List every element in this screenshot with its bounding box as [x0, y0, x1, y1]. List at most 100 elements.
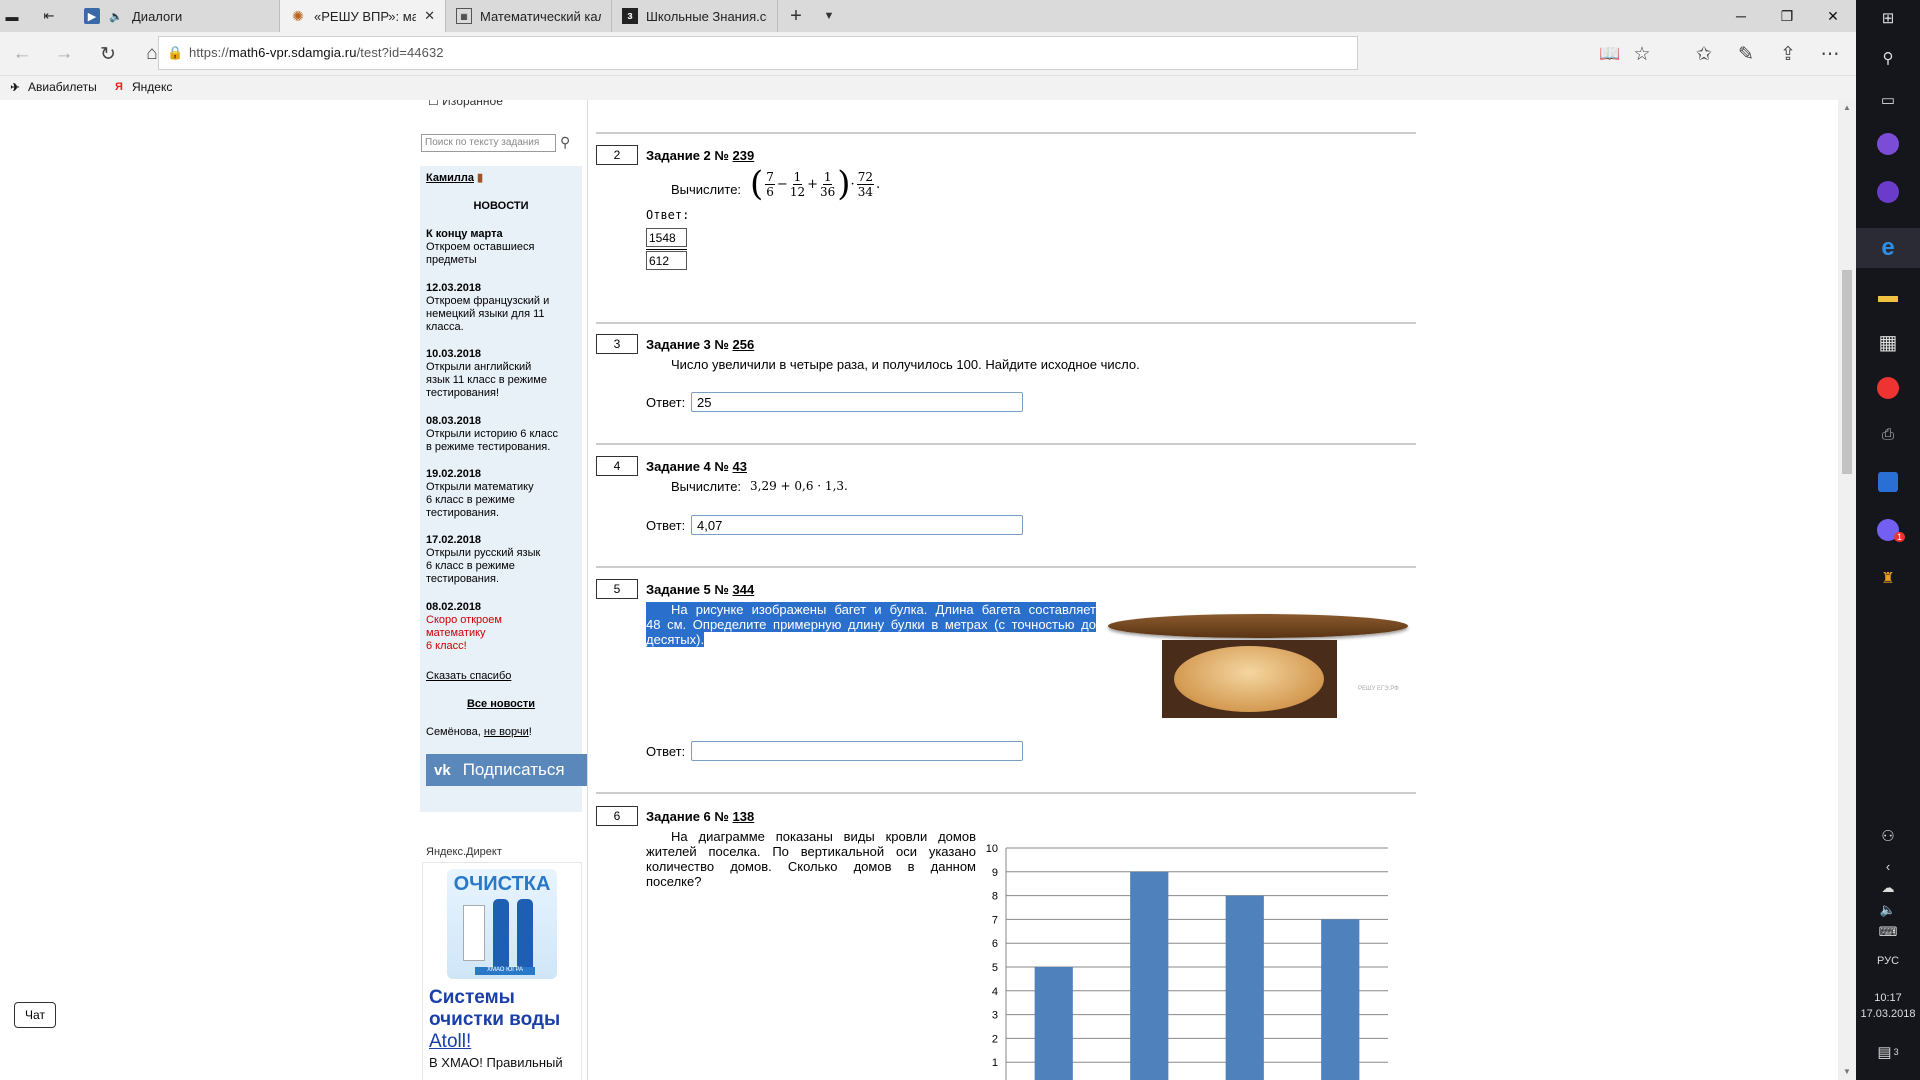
user-link[interactable]: Камилла ▮: [426, 172, 483, 185]
task-number: 2: [596, 145, 638, 165]
vertical-scrollbar[interactable]: ▲ ▼: [1838, 100, 1856, 1080]
nav-bar: ← → ↻ ⌂ 🔒 https://math6-vpr.sdamgia.ru/t…: [0, 32, 1856, 76]
tab-znanija[interactable]: з Школьные Знания.com - Р: [612, 0, 778, 32]
back-tabs-icon[interactable]: ⇤: [24, 0, 74, 32]
ad-box[interactable]: ОЧИСТКА ХМАО ЮГРА Системы очистки воды A…: [422, 862, 582, 1080]
scroll-down-icon[interactable]: ▼: [1838, 1064, 1856, 1080]
thanks-link[interactable]: Сказать спасибо: [426, 670, 511, 683]
minimize-button[interactable]: ─: [1718, 0, 1764, 32]
more-icon[interactable]: ⋯: [1814, 38, 1846, 70]
y-tick-label: 6: [992, 938, 998, 950]
ad-headline[interactable]: Системы очистки воды Atoll!: [429, 987, 583, 1053]
news-date: 17.02.2018: [426, 534, 482, 546]
viber-icon[interactable]: 1: [1856, 514, 1920, 546]
language-indicator[interactable]: РУС: [1856, 952, 1920, 970]
ad-image[interactable]: ОЧИСТКА ХМАО ЮГРА: [447, 869, 557, 979]
restore-button[interactable]: ❐: [1764, 0, 1810, 32]
search-icon[interactable]: ⚲: [560, 134, 570, 151]
chevron-down-icon[interactable]: ▼: [814, 0, 844, 32]
ad-headline-link[interactable]: Atoll!: [429, 1031, 471, 1052]
scroll-up-icon[interactable]: ▲: [1838, 100, 1856, 116]
start-icon[interactable]: ⊞: [1856, 2, 1920, 34]
answer-denominator-field[interactable]: 612: [646, 251, 687, 270]
text-line: На диаграмме показаны виды кровли домов: [671, 829, 976, 844]
watermark: РЕШУ ЕГЭ.РФ: [1358, 686, 1399, 692]
news-date: 10.03.2018: [426, 348, 482, 360]
clock-time[interactable]: 10:17: [1856, 990, 1920, 1006]
microphone-icon[interactable]: [1856, 176, 1920, 208]
printer-icon[interactable]: ⎙: [1856, 418, 1920, 450]
all-news-link[interactable]: Все новости: [420, 698, 582, 711]
folder-icon[interactable]: ▬: [1856, 280, 1920, 312]
app-purple-icon[interactable]: [1856, 128, 1920, 160]
search-icon[interactable]: ⚲: [1856, 42, 1920, 74]
tab-calculator[interactable]: ▦ Математический калькул: [446, 0, 612, 32]
tab-dialogs[interactable]: ▶ 🔈 Диалоги: [74, 0, 280, 32]
news-text: 6 класс в режиме: [426, 494, 515, 506]
back-arrow-icon[interactable]: ←: [6, 38, 38, 70]
refresh-icon[interactable]: ↻: [92, 38, 124, 70]
favorite-link[interactable]: ☐ Избранное: [428, 100, 503, 108]
checkbox-icon[interactable]: ☐: [428, 100, 442, 108]
yandex-icon[interactable]: [1856, 372, 1920, 404]
task-expression: ( 76 − 1 12 + 1 36 ) · 72 34 .: [750, 167, 880, 201]
task-divider: [596, 132, 1416, 134]
chevron-left-icon[interactable]: ‹: [1856, 856, 1920, 876]
task-id-link[interactable]: 239: [733, 148, 755, 163]
task-view-icon[interactable]: ▭: [1856, 84, 1920, 116]
news-date: 08.02.2018: [426, 601, 482, 613]
close-window-button[interactable]: ✕: [1810, 0, 1856, 32]
task-id-link[interactable]: 43: [733, 459, 747, 474]
news-text: в режиме тестирования.: [426, 441, 551, 453]
favorite-star-icon[interactable]: ☆: [1626, 38, 1658, 70]
y-tick-label: 1: [992, 1057, 998, 1069]
task-id-link[interactable]: 138: [733, 809, 755, 824]
clock-date[interactable]: 17.03.2018: [1856, 1006, 1920, 1022]
edge-icon[interactable]: e: [1856, 228, 1920, 268]
scroll-thumb[interactable]: [1842, 270, 1852, 474]
tab-reshu-vpr[interactable]: ✺ «РЕШУ ВПР»: математ ✕: [280, 0, 446, 32]
pen-icon[interactable]: ✎: [1730, 38, 1762, 70]
forward-arrow-icon[interactable]: →: [48, 38, 80, 70]
game-icon[interactable]: ♜: [1856, 562, 1920, 594]
y-tick-label: 5: [992, 962, 998, 974]
chart-bar: [1321, 919, 1360, 1080]
app-window: ▬ ⇤ ▶ 🔈 Диалоги ✺ «РЕШУ ВПР»: математ ✕ …: [0, 0, 1920, 1080]
reading-view-icon[interactable]: 📖: [1594, 38, 1626, 70]
window-menu-icon[interactable]: ▬: [0, 0, 24, 32]
task-text: Число увеличили в четыре раза, и получил…: [671, 357, 1140, 372]
tab-label: Школьные Знания.com - Р: [646, 8, 767, 24]
sound-icon: ▶: [84, 8, 100, 24]
network-icon[interactable]: ⌨: [1856, 922, 1920, 942]
vk-subscribe-button[interactable]: vk Подписаться: [426, 754, 588, 786]
task-id-link[interactable]: 344: [733, 582, 755, 597]
chart-bar: [1225, 895, 1264, 1080]
news-text: Скоро откроем: [426, 614, 502, 626]
task-expression: 3,29 + 0,6 · 1,3.: [750, 479, 848, 493]
answer-input[interactable]: [691, 741, 1023, 761]
bookmark-yandex[interactable]: Я Яндекс: [112, 80, 172, 94]
calculator-icon[interactable]: ▦: [1856, 326, 1920, 358]
volume-icon[interactable]: 🔈: [1856, 900, 1920, 920]
people-icon[interactable]: ⚇: [1856, 822, 1920, 850]
answer-numerator-field[interactable]: 1548: [646, 228, 687, 247]
new-tab-button[interactable]: +: [778, 0, 814, 32]
chat-button[interactable]: Чат: [14, 1002, 56, 1028]
app-blue-icon[interactable]: [1856, 466, 1920, 498]
address-bar[interactable]: 🔒 https://math6-vpr.sdamgia.ru/test?id=4…: [158, 36, 1358, 70]
answer-input[interactable]: 25: [691, 392, 1023, 412]
search-input[interactable]: Поиск по тексту задания: [421, 134, 556, 152]
close-tab-icon[interactable]: ✕: [424, 8, 435, 24]
numerator: 1: [822, 170, 833, 185]
url-text[interactable]: https://math6-vpr.sdamgia.ru/test?id=446…: [189, 45, 444, 60]
notifications-icon[interactable]: ▤ 3: [1856, 1038, 1920, 1066]
signature-link[interactable]: не ворчи: [484, 726, 529, 738]
bookmark-aviabilety[interactable]: ✈ Авиабилеты: [8, 80, 96, 94]
favorites-hub-icon[interactable]: ✩: [1688, 38, 1720, 70]
task-title-text: Задание 6 №: [646, 809, 733, 824]
cloud-icon[interactable]: ☁: [1856, 878, 1920, 898]
task-id-link[interactable]: 256: [733, 337, 755, 352]
answer-input[interactable]: 4,07: [691, 515, 1023, 535]
sun-icon: ✺: [292, 7, 304, 24]
share-icon[interactable]: ⇪: [1772, 38, 1804, 70]
